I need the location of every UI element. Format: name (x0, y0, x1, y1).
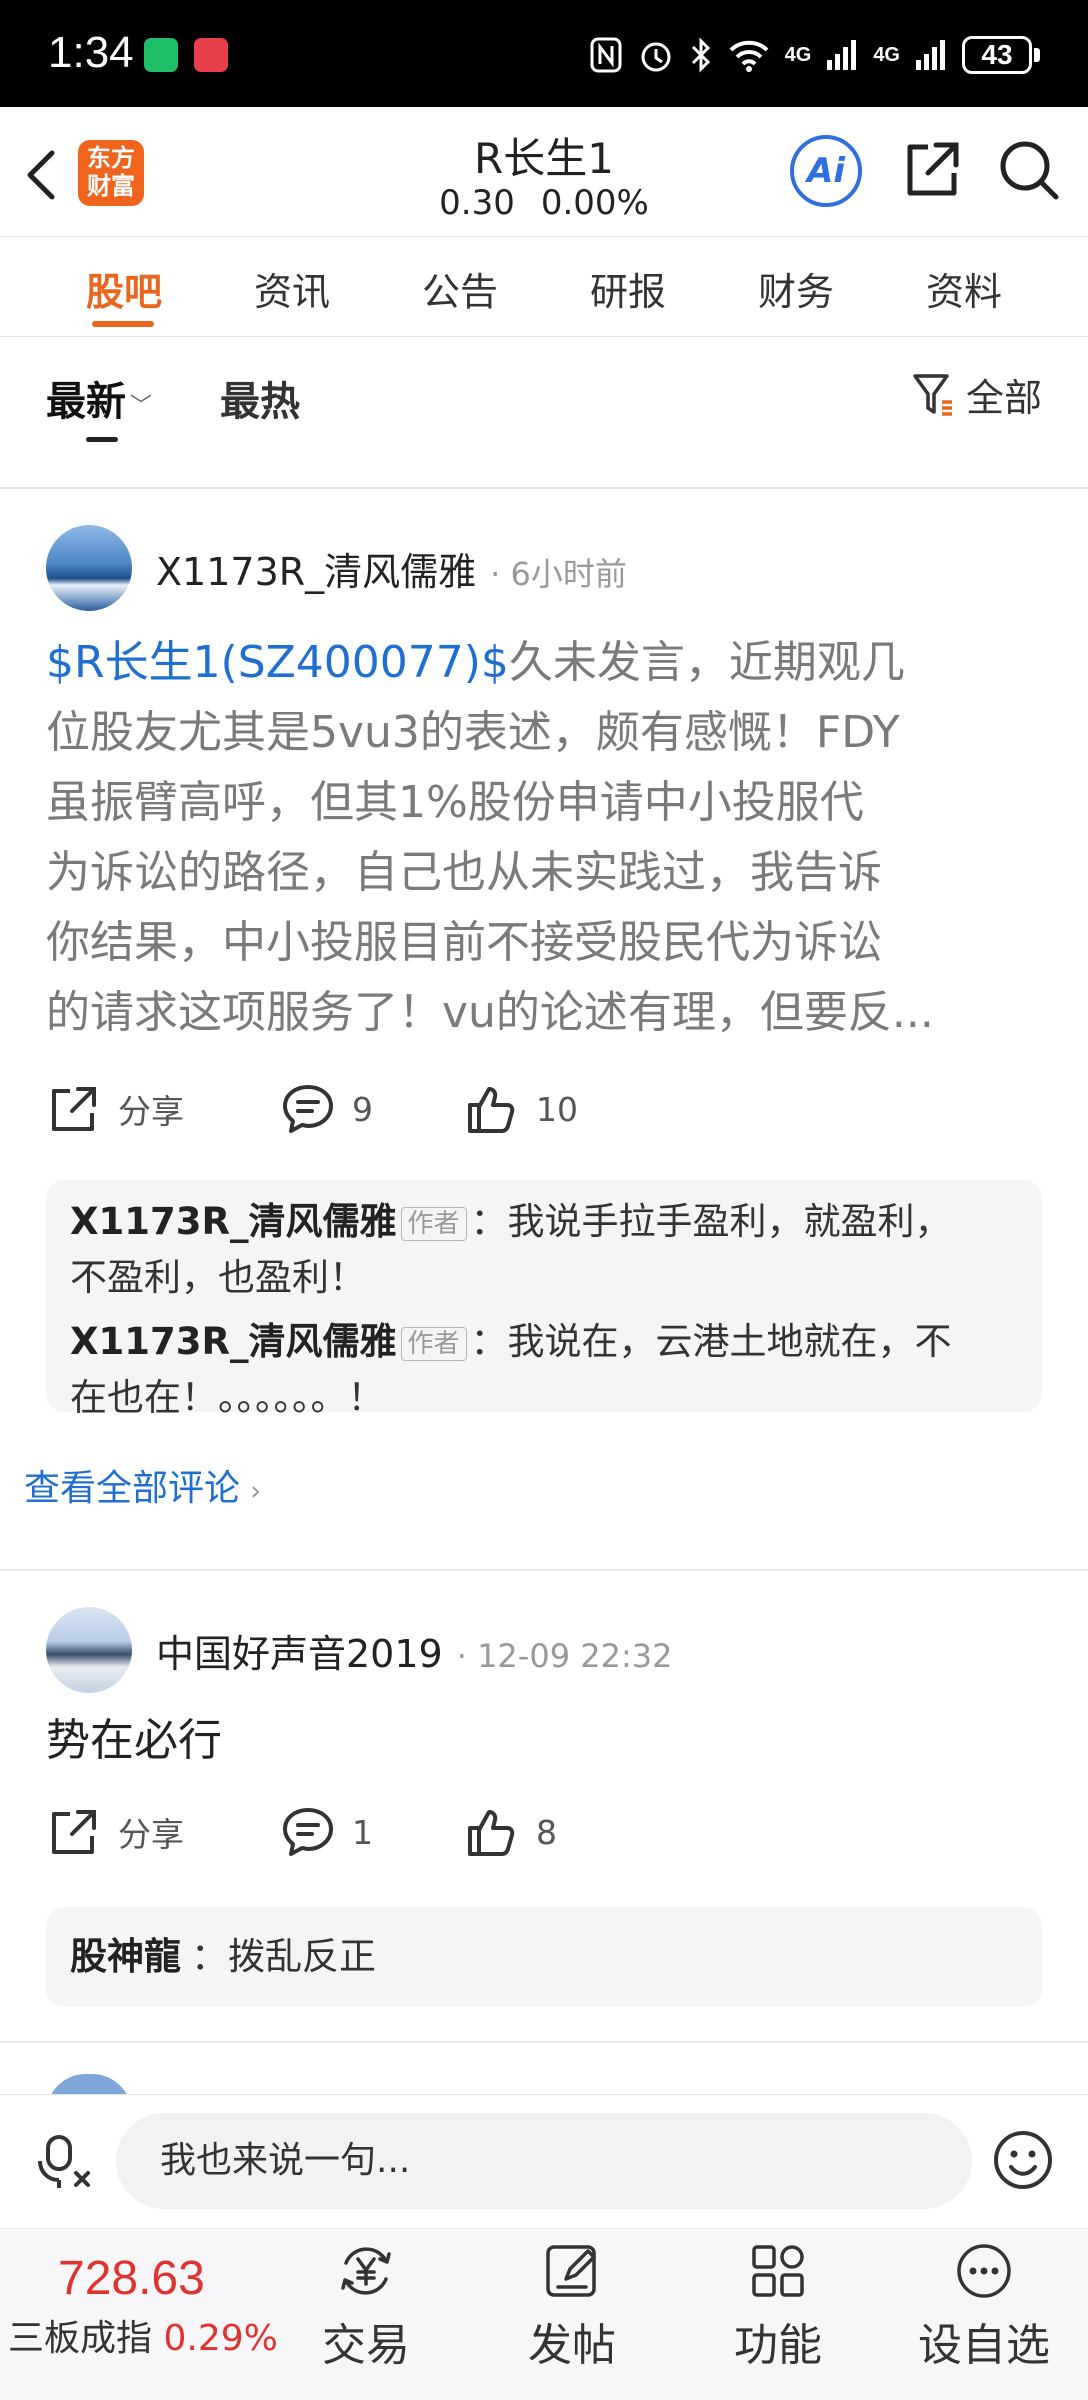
bottom-nav: 728.63 三板成指 0.29% 交易 发帖 功能 设自选 (0, 2228, 1088, 2400)
wifi-icon (729, 40, 769, 72)
sort-indicator (86, 437, 118, 442)
post-card[interactable]: X1173R_清风儒雅 · 6小时前 $R长生1(SZ400077)$久未发言，近… (0, 489, 1088, 1569)
share-icon (52, 1087, 96, 1131)
post-actions: 分享 1 8 (46, 1804, 946, 1870)
like-button[interactable]: 8 (464, 1804, 557, 1860)
thumbs-up-icon (468, 1087, 515, 1133)
like-button[interactable]: 10 (464, 1081, 578, 1137)
post-author[interactable]: X1173R_清风儒雅 · 6小时前 (156, 541, 627, 596)
comment-author[interactable]: 股神龍 (70, 1935, 181, 1978)
post-actions: 分享 9 10 (46, 1081, 946, 1147)
post-content[interactable]: 势在必行 (46, 1706, 1046, 1776)
comment-input[interactable]: 我也来说一句... (116, 2113, 972, 2209)
tab-research[interactable]: 研报 (544, 261, 712, 316)
section-tabs: 股吧 资讯 公告 研报 财务 资料 (0, 237, 1088, 337)
battery-level: 43 (962, 36, 1032, 74)
comment-button[interactable]: 9 (280, 1081, 373, 1137)
chevron-right-icon: › (250, 1474, 262, 1507)
tab-news[interactable]: 资讯 (208, 261, 376, 316)
comment-item[interactable]: 股神龍 ：拨乱反正 (70, 1929, 1020, 1985)
like-count: 8 (536, 1812, 557, 1852)
filter-icon (913, 373, 952, 416)
post-time: 6小时前 (510, 555, 627, 593)
like-count: 10 (536, 1089, 578, 1129)
chevron-down-icon: ﹀ (130, 394, 153, 419)
tab-guba[interactable]: 股吧 (40, 261, 208, 316)
share-button[interactable]: 分享 (46, 1804, 184, 1860)
emoji-icon[interactable] (988, 2125, 1058, 2195)
sort-hot[interactable]: 最热 (220, 369, 300, 427)
more-dots-icon (957, 2244, 1011, 2298)
tab-finance[interactable]: 财务 (712, 261, 880, 316)
comment-item[interactable]: X1173R_清风儒雅 作者 ：我说手拉手盈利，就盈利， 不盈利，也盈利！ (70, 1194, 1020, 1306)
trade-yen-icon (341, 2247, 391, 2295)
comment-icon (283, 1085, 333, 1133)
comment-count: 1 (352, 1812, 373, 1852)
sort-bar: 最新 ﹀ 最热 全部 (0, 337, 1088, 489)
filter-button[interactable]: 全部 (912, 367, 1042, 422)
stock-price: 0.30 (439, 183, 515, 223)
tab-profile[interactable]: 资料 (880, 261, 1048, 316)
comment-input-bar: 我也来说一句... (0, 2094, 1088, 2228)
status-icons: 4G 4G 43 (589, 30, 1040, 80)
voice-input-icon[interactable] (32, 2129, 98, 2195)
huawei-app-icon (194, 38, 228, 72)
thumbs-up-icon (468, 1810, 515, 1856)
view-all-comments-link[interactable]: 查看全部评论 › (24, 1459, 261, 1511)
active-tab-indicator (92, 321, 154, 327)
index-change: 0.29% (163, 2318, 278, 2359)
compose-icon (546, 2245, 596, 2297)
post-author[interactable]: 中国好声音2019 · 12-09 22:32 (156, 1623, 672, 1678)
post-content[interactable]: $R长生1(SZ400077)$久未发言，近期观几 位股友尤其是5vu3的表述，… (46, 628, 1046, 1048)
comment-item[interactable]: X1173R_清风儒雅 作者 ：我说在，云港土地就在，不 在也在！。。。。。。！ (70, 1314, 1020, 1426)
network-label-2: 4G (873, 43, 900, 66)
battery-indicator: 43 (962, 36, 1040, 74)
nav-trade[interactable]: 交易 (286, 2239, 446, 2373)
index-name: 三板成指 (8, 2318, 153, 2359)
avatar[interactable] (46, 1607, 132, 1693)
comment-author[interactable]: X1173R_清风儒雅 (70, 1320, 397, 1363)
nav-add-watchlist[interactable]: 设自选 (904, 2239, 1064, 2373)
comment-count: 9 (352, 1089, 373, 1129)
index-value[interactable]: 728.63 (58, 2251, 205, 2306)
stock-change: 0.00% (540, 183, 649, 223)
clock: 1:34 (48, 28, 134, 77)
share-icon (52, 1810, 96, 1854)
alarm-icon (641, 42, 671, 72)
ai-assistant-button[interactable]: Ai (790, 135, 862, 207)
author-badge: 作者 (400, 1206, 467, 1241)
sort-latest[interactable]: 最新 ﹀ (46, 369, 152, 427)
comment-preview: 股神龍 ：拨乱反正 (46, 1907, 1042, 2007)
comment-button[interactable]: 1 (280, 1804, 373, 1860)
network-label: 4G (784, 43, 812, 66)
grid-apps-icon (752, 2245, 804, 2297)
comment-icon (283, 1808, 333, 1856)
nav-post[interactable]: 发帖 (492, 2239, 652, 2373)
nfc-icon (590, 37, 622, 73)
index-info[interactable]: 三板成指 0.29% (8, 2309, 278, 2361)
signal-icon (827, 40, 857, 70)
timer-app-icon (144, 38, 178, 72)
bluetooth-icon (691, 37, 710, 73)
nav-functions[interactable]: 功能 (698, 2239, 858, 2373)
status-bar: 1:34 4G 4G 43 (0, 0, 1088, 107)
share-button[interactable]: 分享 (46, 1081, 184, 1137)
post-card[interactable]: 中国好声音2019 · 12-09 22:32 势在必行 分享 1 8 股神龍 ：拨… (0, 1571, 1088, 2041)
search-icon[interactable] (996, 137, 1062, 203)
stock-header: 东方 财富 R长生1 0.30 0.00% Ai (0, 107, 1088, 237)
signal-icon-2 (916, 40, 945, 70)
share-external-icon[interactable] (898, 137, 964, 203)
tab-announcements[interactable]: 公告 (376, 261, 544, 316)
stock-tag-link[interactable]: $R长生1(SZ400077)$ (46, 637, 509, 688)
comment-author[interactable]: X1173R_清风儒雅 (70, 1200, 397, 1243)
avatar[interactable] (46, 525, 132, 611)
post-time: 12-09 22:32 (477, 1637, 673, 1675)
comment-preview: X1173R_清风儒雅 作者 ：我说手拉手盈利，就盈利， 不盈利，也盈利！ X117… (46, 1180, 1042, 1419)
author-badge: 作者 (400, 1326, 467, 1361)
post-divider (0, 2041, 1088, 2043)
